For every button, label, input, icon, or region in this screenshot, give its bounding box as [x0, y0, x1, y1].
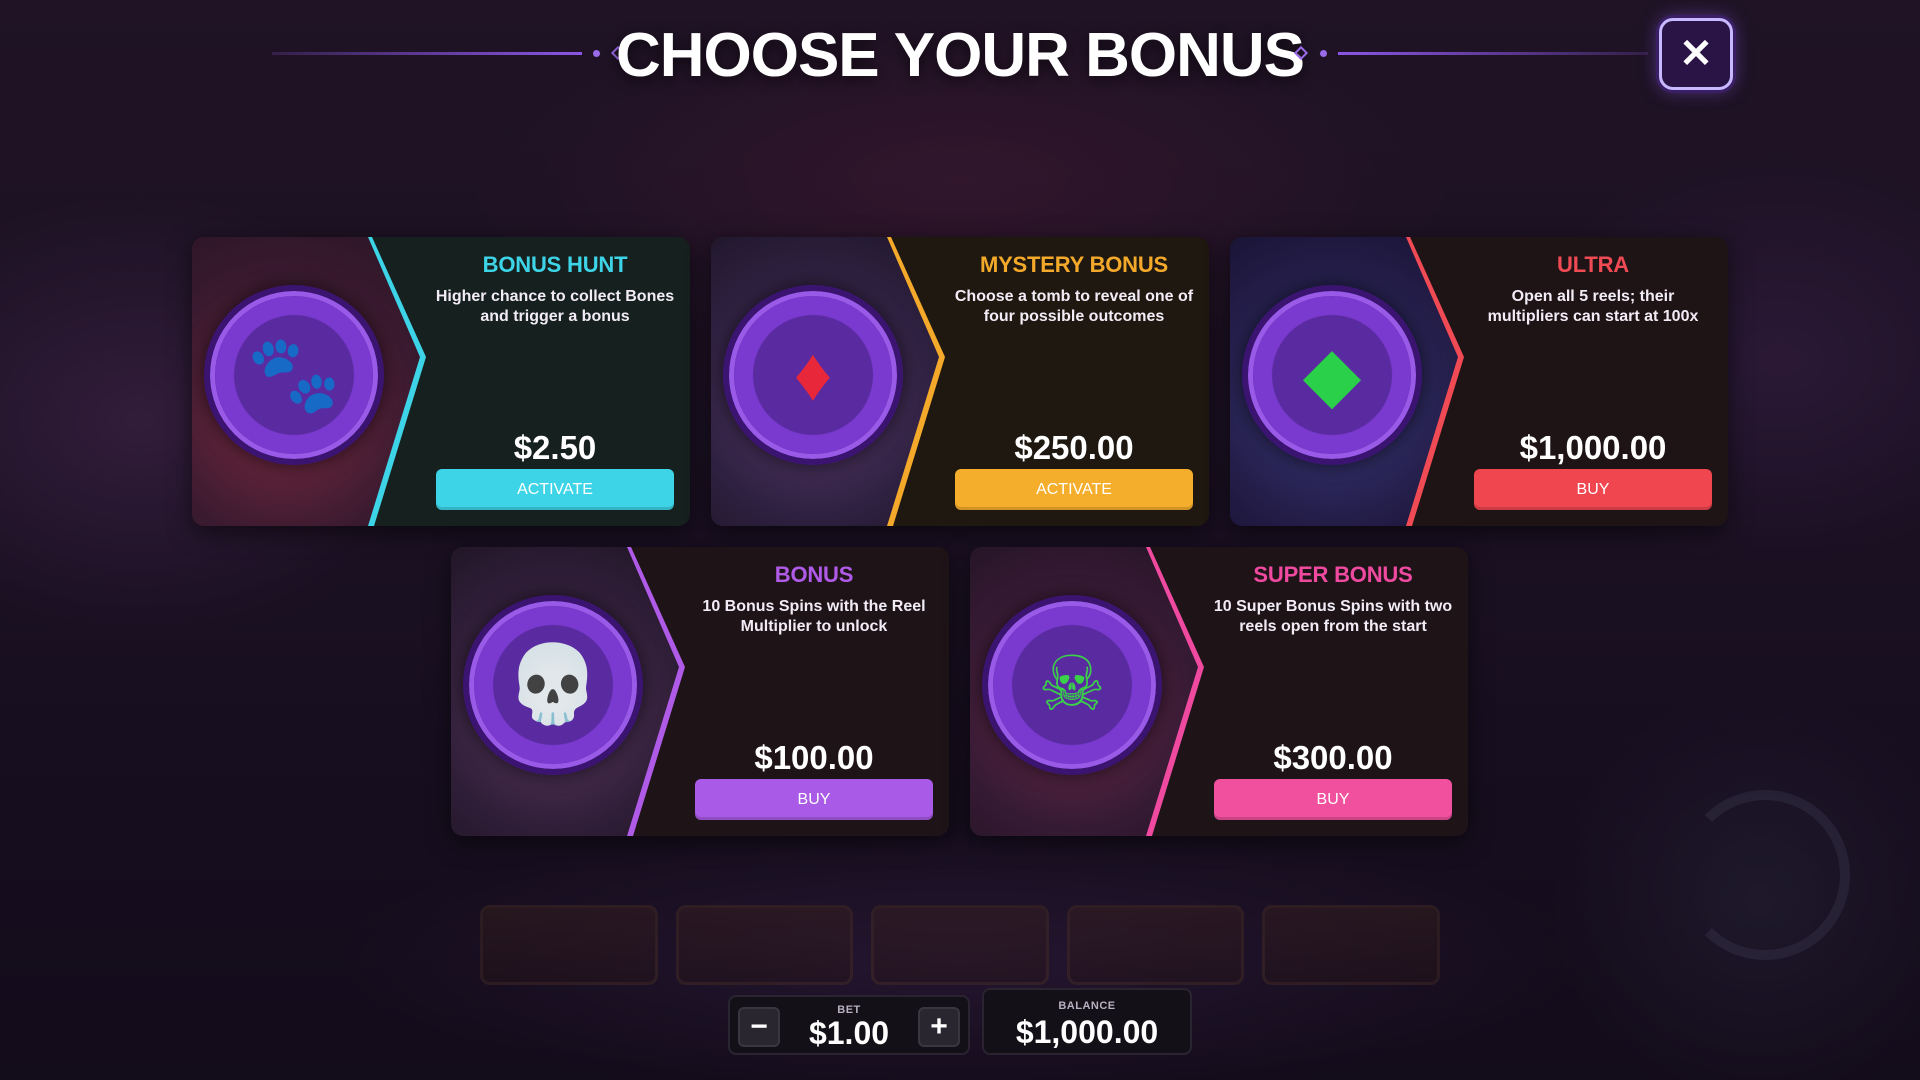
bonus-card-mystery-bonus: ♦ MYSTERY BONUS Choose a tomb to reveal …: [711, 237, 1209, 526]
balance-display: BALANCE $1,000.00: [982, 988, 1192, 1055]
header-dot-right: [1320, 50, 1327, 57]
card-info: BONUS 10 Bonus Spins with the Reel Multi…: [689, 547, 939, 836]
buy-ultra-button[interactable]: BUY: [1474, 469, 1712, 510]
card-description: Open all 5 reels; their multipliers can …: [1487, 288, 1699, 325]
card-info: SUPER BONUS 10 Super Bonus Spins with tw…: [1208, 547, 1458, 836]
green-gem-orb-icon: ◆: [1302, 332, 1362, 417]
card-title: BONUS: [774, 562, 854, 587]
coffin-gem-icon: ♦: [793, 332, 833, 417]
buy-super-bonus-button[interactable]: BUY: [1214, 779, 1452, 820]
activate-mystery-bonus-button[interactable]: ACTIVATE: [955, 469, 1193, 510]
page-title: CHOOSE YOUR BONUS: [615, 21, 1305, 90]
card-description: 10 Super Bonus Spins with two reels open…: [1213, 598, 1453, 635]
card-description: Higher chance to collect Bones and trigg…: [435, 288, 675, 325]
modal-overlay: [0, 0, 1920, 1080]
green-flame-skull-icon: ☠: [1037, 642, 1107, 727]
close-button[interactable]: ✕: [1659, 18, 1733, 90]
card-title: SUPER BONUS: [1253, 562, 1413, 587]
card-price: $300.00: [1273, 739, 1393, 776]
bonus-card-ultra: ◆ ULTRA Open all 5 reels; their multipli…: [1230, 237, 1728, 526]
card-info: ULTRA Open all 5 reels; their multiplier…: [1468, 237, 1718, 526]
header-divider-right: [1338, 52, 1648, 55]
bet-control: − BET $1.00 +: [728, 995, 970, 1055]
card-price: $100.00: [754, 739, 874, 776]
card-price: $2.50: [513, 429, 597, 466]
card-description: Choose a tomb to reveal one of four poss…: [954, 288, 1194, 325]
skull-icon: 💀: [505, 642, 601, 727]
card-info: BONUS HUNT Higher chance to collect Bone…: [430, 237, 680, 526]
card-title: ULTRA: [1557, 252, 1629, 277]
card-price: $1,000.00: [1519, 429, 1667, 466]
card-price: $250.00: [1014, 429, 1134, 466]
increase-bet-button[interactable]: +: [918, 1007, 960, 1047]
modal-header: CHOOSE YOUR BONUS ✕: [0, 0, 1920, 110]
buy-bonus-button[interactable]: BUY: [695, 779, 933, 820]
card-description: 10 Bonus Spins with the Reel Multiplier …: [702, 598, 926, 635]
plus-icon: +: [930, 1010, 948, 1043]
bonus-card-super-bonus: ☠ SUPER BONUS 10 Super Bonus Spins with …: [970, 547, 1468, 836]
card-title: MYSTERY BONUS: [979, 252, 1169, 277]
emblem: 💀: [463, 595, 643, 775]
paw-icon: 🐾: [246, 332, 342, 417]
activate-bonus-hunt-button[interactable]: ACTIVATE: [436, 469, 674, 510]
balance-label: BALANCE: [1058, 1000, 1116, 1012]
close-icon: ✕: [1679, 32, 1713, 76]
bonus-card-bonus-hunt: 🐾 BONUS HUNT Higher chance to collect Bo…: [192, 237, 690, 526]
emblem: ♦: [723, 285, 903, 465]
emblem: ☠: [982, 595, 1162, 775]
emblem: ◆: [1242, 285, 1422, 465]
balance-value: $1,000.00: [1015, 1014, 1159, 1050]
bonus-card-bonus: 💀 BONUS 10 Bonus Spins with the Reel Mul…: [451, 547, 949, 836]
emblem: 🐾: [204, 285, 384, 465]
card-info: MYSTERY BONUS Choose a tomb to reveal on…: [949, 237, 1199, 526]
card-title: BONUS HUNT: [482, 252, 628, 277]
